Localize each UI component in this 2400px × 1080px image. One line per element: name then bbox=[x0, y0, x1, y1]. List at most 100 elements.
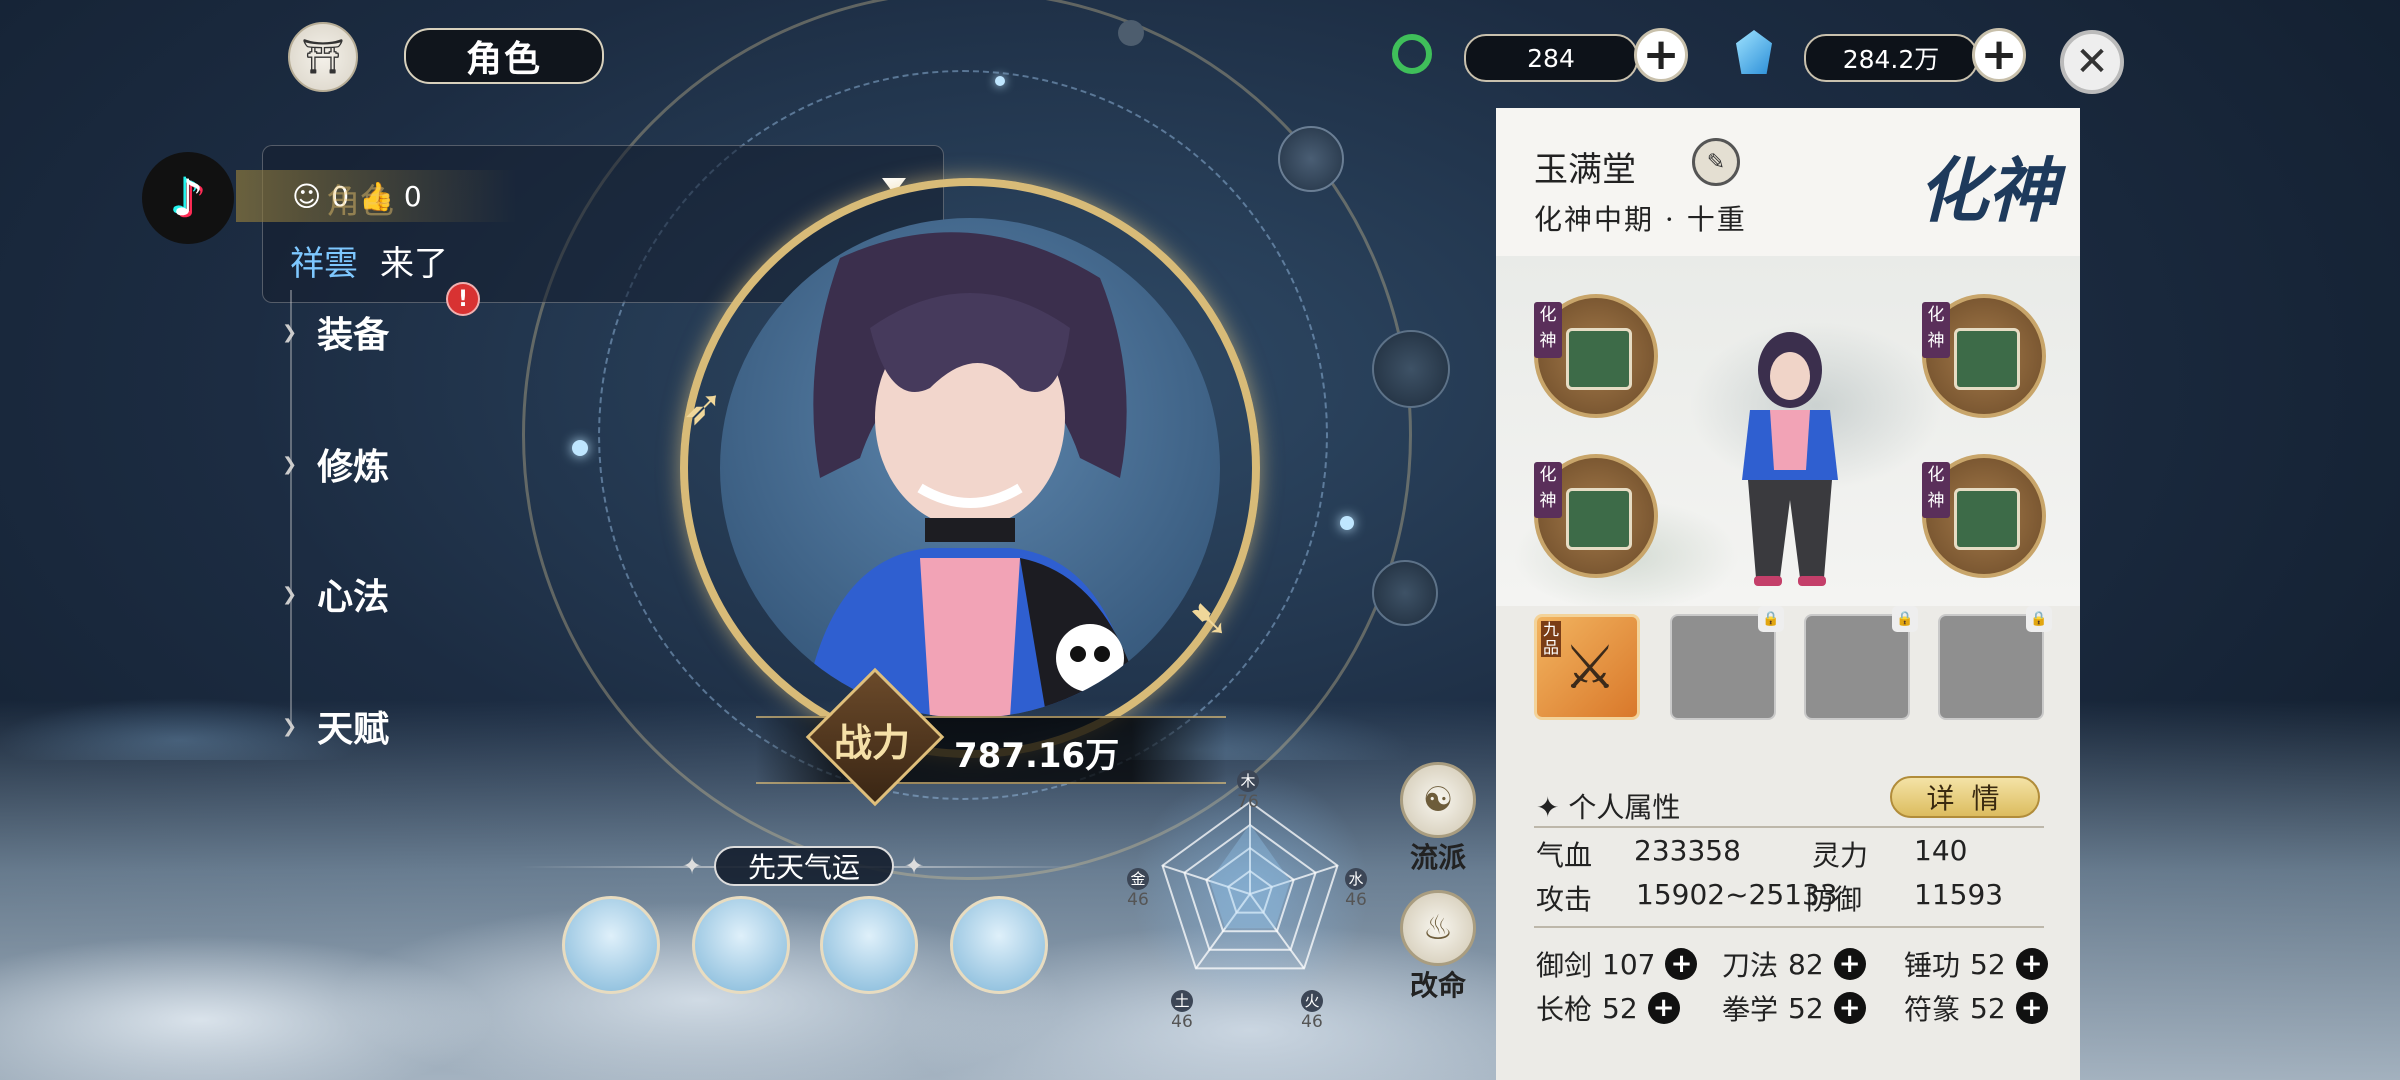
radar-label-water: 水 46 bbox=[1345, 868, 1367, 910]
character-portrait-art bbox=[802, 232, 1146, 718]
defense-label: 防御 bbox=[1806, 883, 1863, 916]
radar-label-earth: 土 46 bbox=[1171, 990, 1193, 1032]
attributes-title: ✦ 个人属性 bbox=[1536, 786, 1680, 826]
character-realm: 化神中期 · 十重 bbox=[1534, 203, 1747, 236]
add-skill-button[interactable]: + bbox=[2015, 948, 2048, 980]
skill-value: 107 bbox=[1602, 947, 1656, 981]
flame-icon: ♨ bbox=[1400, 890, 1476, 966]
sect-badge-icon[interactable]: ✎ bbox=[1692, 138, 1740, 186]
page-title: 角色 bbox=[404, 28, 604, 84]
chevron-right-icon: ❯ bbox=[282, 715, 298, 737]
decor-star bbox=[572, 440, 588, 456]
equipment-slot-4[interactable]: 化神 bbox=[1922, 454, 2046, 578]
add-skill-button[interactable]: + bbox=[1647, 992, 1680, 1024]
locked-slot[interactable]: 🔒 bbox=[1670, 606, 1784, 720]
sparkle-icon: ✦ bbox=[682, 852, 703, 880]
add-skill-button[interactable]: + bbox=[2015, 992, 2048, 1024]
radar-value-area bbox=[1209, 824, 1291, 929]
decor-star bbox=[1340, 516, 1354, 530]
equip-realm-tag: 化神 bbox=[1922, 462, 1950, 518]
fate-label: 改命 bbox=[1409, 969, 1466, 1002]
menu-item-label: 天赋 bbox=[317, 709, 390, 750]
menu-item-talent[interactable]: ❯ 天赋 bbox=[282, 700, 389, 752]
jade-currency-icon bbox=[1392, 34, 1432, 74]
chevron-right-icon: ❯ bbox=[282, 583, 298, 605]
add-skill-button[interactable]: + bbox=[1833, 948, 1866, 980]
skill-label: 长枪 bbox=[1536, 993, 1593, 1026]
close-button[interactable]: ✕ bbox=[2060, 30, 2124, 94]
add-jade-button[interactable]: + bbox=[1634, 28, 1688, 82]
live-message: 祥雲 来了 bbox=[290, 236, 448, 285]
rotate-right-arrow-icon[interactable]: ➷ bbox=[1188, 590, 1230, 648]
attributes-star-icon: ✦ bbox=[1536, 791, 1560, 824]
luck-slot-1[interactable] bbox=[562, 896, 660, 994]
decor-orb bbox=[1278, 126, 1344, 192]
menu-item-cultivation[interactable]: ❯ 修炼 bbox=[282, 438, 389, 490]
person-icon: ☺ bbox=[292, 179, 322, 213]
school-button[interactable]: ☯ 流派 bbox=[1398, 762, 1478, 876]
spirit-stone-icon bbox=[1736, 30, 1772, 74]
skill-value: 52 bbox=[1970, 947, 2006, 981]
skill-label: 符篆 bbox=[1904, 993, 1961, 1026]
spirit-label: 灵力 bbox=[1812, 839, 1869, 872]
chevron-right-icon: ❯ bbox=[282, 321, 298, 343]
skill-label: 刀法 bbox=[1722, 949, 1779, 982]
spirit-stone-amount-value: 284.2万 bbox=[1842, 45, 1940, 74]
menu-item-equipment[interactable]: ❯ 装备 bbox=[282, 306, 389, 358]
weapon-grade-tag: 九品 bbox=[1541, 620, 1561, 657]
innate-luck-label: 先天气运 bbox=[714, 846, 894, 886]
decor-orb bbox=[1118, 20, 1144, 46]
spirit-value: 140 bbox=[1914, 834, 1968, 867]
equip-realm-tag: 化神 bbox=[1534, 302, 1562, 358]
luck-slot-2[interactable] bbox=[692, 896, 790, 994]
equip-realm-tag: 化神 bbox=[1534, 462, 1562, 518]
skill-value: 52 bbox=[1788, 991, 1824, 1025]
lock-icon: 🔒 bbox=[1758, 606, 1784, 632]
fate-button[interactable]: ♨ 改命 bbox=[1398, 890, 1478, 1004]
locked-slot[interactable]: 🔒 bbox=[1938, 606, 2052, 720]
character-portrait[interactable] bbox=[720, 218, 1220, 718]
skills-divider bbox=[1534, 926, 2044, 928]
home-icon[interactable]: ⛩ bbox=[288, 22, 358, 92]
skill-value: 82 bbox=[1788, 947, 1824, 981]
notification-badge: ! bbox=[446, 282, 480, 316]
realm-stamp: 化神 bbox=[1918, 148, 2058, 232]
equipment-slot-3[interactable]: 化神 bbox=[1534, 454, 1658, 578]
menu-item-mind-method[interactable]: ❯ 心法 bbox=[282, 568, 389, 620]
live-ghost-text: 角色 bbox=[326, 182, 394, 222]
defense-value: 11593 bbox=[1914, 878, 2004, 911]
details-button[interactable]: 详 情 bbox=[1890, 776, 2040, 818]
menu-item-label: 修炼 bbox=[317, 447, 390, 488]
chevron-right-icon: ❯ bbox=[282, 453, 298, 475]
attributes-title-text: 个人属性 bbox=[1568, 791, 1681, 824]
weapon-slot[interactable]: 九品 ⚔ bbox=[1534, 614, 1640, 720]
school-label: 流派 bbox=[1409, 841, 1466, 874]
skill-hammer: 锤功 52 + bbox=[1904, 944, 2048, 984]
menu-item-label: 心法 bbox=[317, 577, 390, 618]
manual-book-icon bbox=[1954, 328, 2020, 390]
spirit-stone-amount: 284.2万 bbox=[1804, 34, 1978, 82]
jade-amount-value: 284 bbox=[1527, 43, 1575, 73]
luck-slot-3[interactable] bbox=[820, 896, 918, 994]
luck-slot-4[interactable] bbox=[950, 896, 1048, 994]
menu-item-label: 装备 bbox=[317, 315, 390, 356]
radar-label-fire: 火 46 bbox=[1301, 990, 1323, 1032]
combat-power-value: 787.16万 bbox=[954, 736, 1120, 776]
school-icon: ☯ bbox=[1400, 762, 1476, 838]
skill-blade: 刀法 82 + bbox=[1722, 944, 1866, 984]
manual-book-icon bbox=[1954, 488, 2020, 550]
equipment-slot-1[interactable]: 化神 bbox=[1534, 294, 1658, 418]
like-count: 0 bbox=[403, 179, 422, 213]
manual-book-icon bbox=[1566, 488, 1632, 550]
lock-icon: 🔒 bbox=[1892, 606, 1918, 632]
equipment-slot-2[interactable]: 化神 bbox=[1922, 294, 2046, 418]
add-skill-button[interactable]: + bbox=[1665, 948, 1698, 980]
tiktok-logo-icon[interactable]: ♪ bbox=[142, 152, 234, 244]
skill-value: 52 bbox=[1970, 991, 2006, 1025]
lock-icon: 🔒 bbox=[2026, 606, 2052, 632]
rotate-left-arrow-icon[interactable]: ➶ bbox=[682, 378, 724, 436]
add-spirit-stone-button[interactable]: + bbox=[1972, 28, 2026, 82]
add-skill-button[interactable]: + bbox=[1833, 992, 1866, 1024]
equip-realm-tag: 化神 bbox=[1922, 302, 1950, 358]
locked-slot[interactable]: 🔒 bbox=[1804, 606, 1918, 720]
